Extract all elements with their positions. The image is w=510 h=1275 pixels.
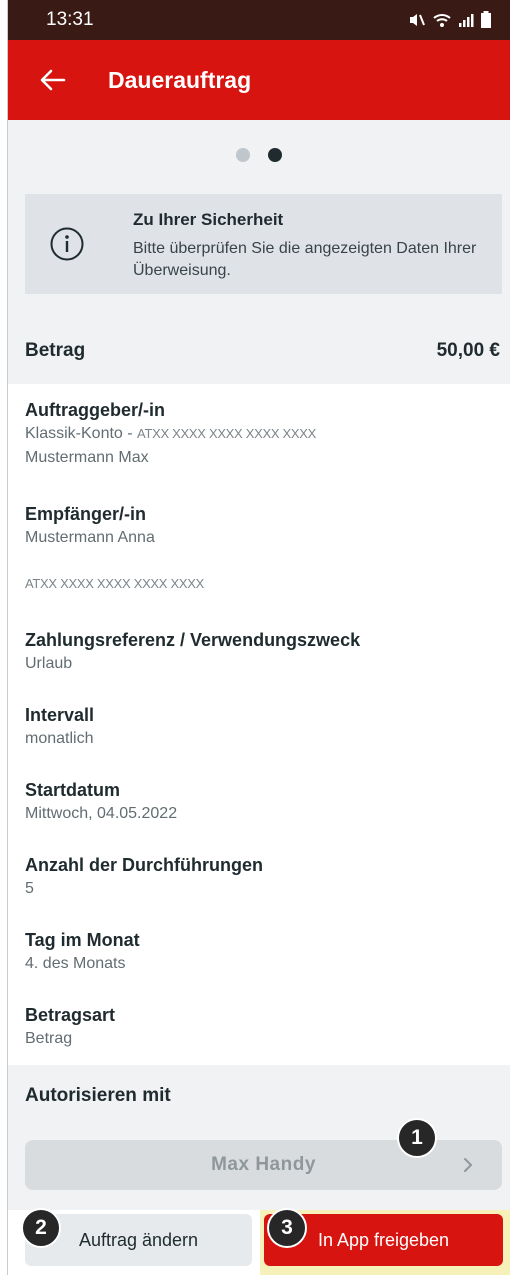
day-of-month-field: Tag im Monat 4. des Monats	[25, 928, 495, 976]
payee-field: Empfänger/-in Mustermann Anna ATXX XXXX …	[25, 502, 495, 596]
start-date-value: Mittwoch, 04.05.2022	[25, 805, 178, 822]
callout-badge-2: 2	[21, 1208, 61, 1248]
payee-name: Mustermann Anna	[25, 529, 155, 546]
payer-iban: ATXX XXXX XXXX XXXX XXXX	[137, 426, 317, 441]
amount-type-label: Betragsart	[25, 1005, 116, 1025]
info-icon	[50, 227, 84, 261]
payee-iban: ATXX XXXX XXXX XXXX XXXX	[25, 576, 204, 591]
status-bar: 13:31	[8, 0, 510, 40]
interval-label: Intervall	[25, 705, 95, 725]
callout-badge-1: 1	[397, 1118, 437, 1158]
amount-value: 50,00 €	[436, 340, 500, 361]
security-notice-area: Zu Ihrer Sicherheit Bitte überprüfen Sie…	[8, 190, 510, 318]
app-bar: Dauerauftrag	[8, 40, 510, 120]
amount-type-value: Betrag	[25, 1030, 73, 1047]
payer-name: Mustermann Max	[25, 449, 149, 466]
wifi-icon	[433, 14, 451, 27]
page-title: Dauerauftrag	[108, 66, 252, 93]
back-button[interactable]	[18, 40, 88, 120]
device-label: Max Handy	[211, 1154, 316, 1175]
status-icons	[408, 11, 492, 29]
amount-type-field: Betragsart Betrag	[25, 1003, 495, 1051]
executions-field: Anzahl der Durchführungen 5	[25, 853, 495, 901]
interval-field: Intervall monatlich	[25, 703, 495, 751]
signal-icon	[459, 14, 474, 27]
phone-screen: 13:31 Dauerauftrag Zu Ihrer Sicherheit B…	[8, 0, 510, 1275]
arrow-left-icon	[40, 69, 66, 91]
page-dot-1	[236, 148, 250, 162]
authorization-title: Autorisieren mit	[25, 1085, 171, 1106]
mute-icon	[410, 14, 425, 26]
reference-label: Zahlungsreferenz / Verwendungszweck	[25, 630, 361, 650]
security-notice-text: Bitte überprüfen Sie die angezeigten Dat…	[133, 240, 477, 279]
payer-field: Auftraggeber/-in Klassik-Konto - ATXX XX…	[25, 398, 495, 470]
reference-field: Zahlungsreferenz / Verwendungszweck Urla…	[25, 628, 495, 676]
start-date-field: Startdatum Mittwoch, 04.05.2022	[25, 778, 495, 826]
battery-icon	[481, 11, 491, 28]
status-time: 13:31	[46, 9, 94, 30]
executions-label: Anzahl der Durchführungen	[25, 855, 263, 875]
interval-value: monatlich	[25, 730, 94, 747]
day-of-month-value: 4. des Monats	[25, 955, 126, 972]
start-date-label: Startdatum	[25, 780, 121, 800]
payer-label: Auftraggeber/-in	[25, 400, 166, 420]
amount-label: Betrag	[25, 340, 86, 361]
action-bar: Auftrag ändern In App freigeben	[8, 1210, 510, 1275]
day-of-month-label: Tag im Monat	[25, 930, 140, 950]
chevron-right-icon	[464, 1158, 472, 1172]
amount-row: Betrag 50,00 €	[8, 318, 510, 384]
page-indicator	[8, 120, 510, 190]
security-notice-title: Zu Ihrer Sicherheit	[133, 210, 284, 229]
callout-badge-3: 3	[267, 1208, 307, 1248]
security-notice: Zu Ihrer Sicherheit Bitte überprüfen Sie…	[25, 194, 502, 294]
payer-account: Klassik-Konto - ATXX XXXX XXXX XXXX XXXX	[25, 422, 495, 446]
page-dot-2-active	[268, 148, 282, 162]
payer-account-type: Klassik-Konto -	[25, 425, 133, 442]
payee-label: Empfänger/-in	[25, 504, 147, 524]
reference-value: Urlaub	[25, 655, 73, 672]
executions-value: 5	[25, 880, 34, 897]
